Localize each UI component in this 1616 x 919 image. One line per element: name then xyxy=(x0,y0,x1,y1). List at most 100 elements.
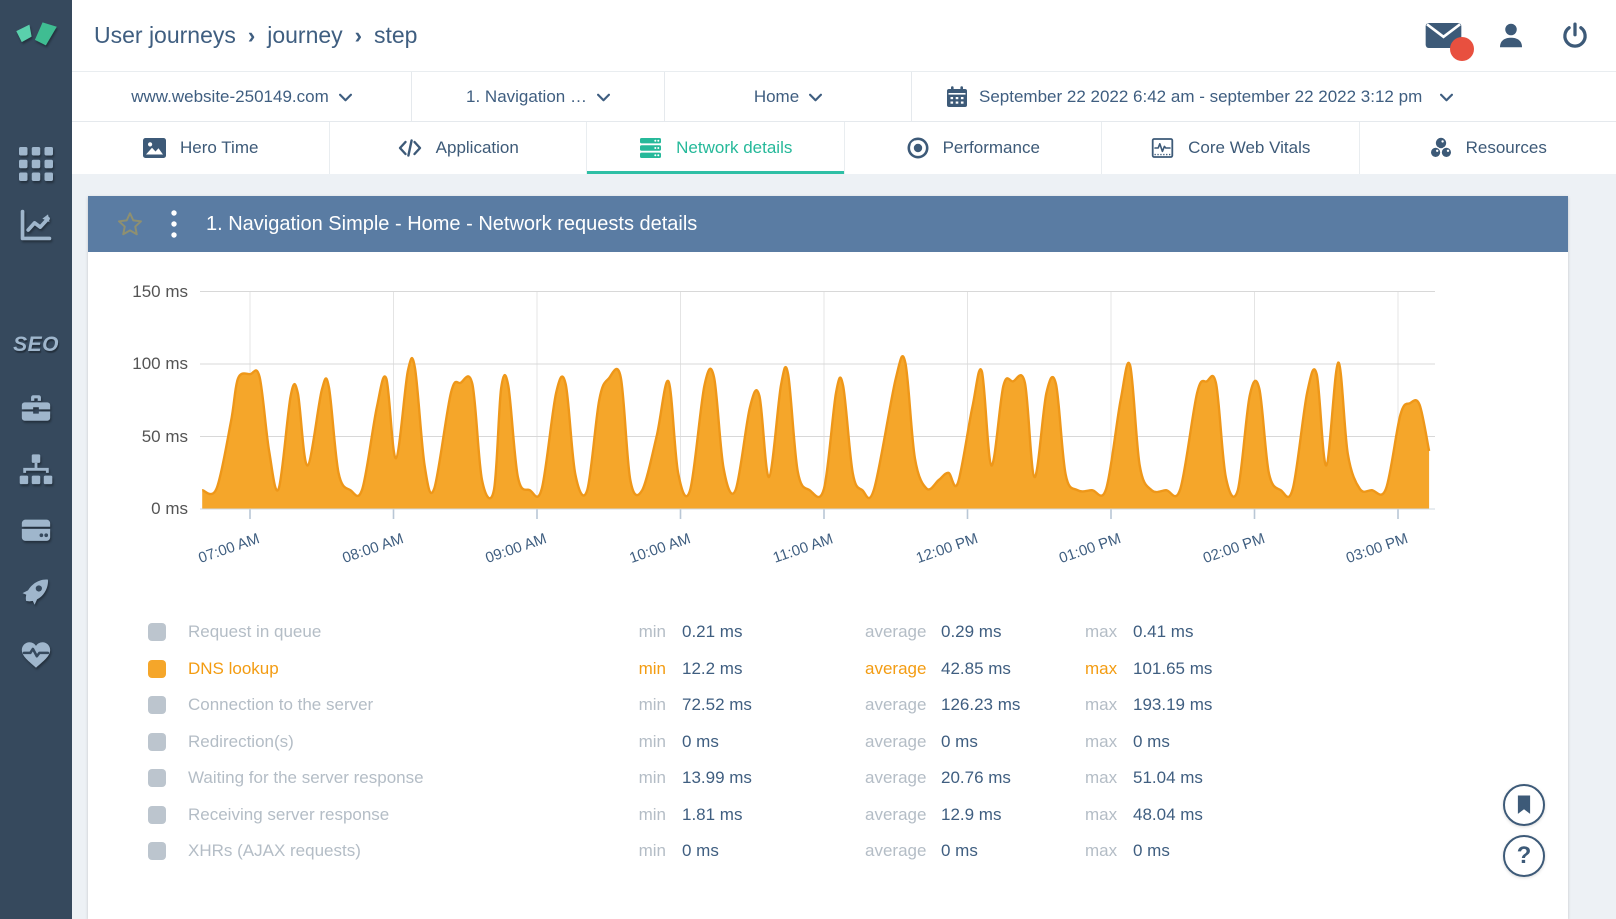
tab-resources[interactable]: Resources xyxy=(1360,122,1616,174)
step-dropdown-value: Home xyxy=(754,87,799,107)
filter-bar: www.website-250149.com 1. Navigation … H… xyxy=(72,72,1616,122)
series-label[interactable]: DNS lookup xyxy=(188,659,568,679)
network-details-card: 1. Navigation Simple - Home - Network re… xyxy=(88,196,1568,919)
min-key: min xyxy=(568,659,666,679)
max-value: 193.19 ms xyxy=(1133,695,1568,715)
question-icon: ? xyxy=(1517,842,1532,870)
tab-label: Hero Time xyxy=(180,138,258,158)
code-icon xyxy=(397,138,423,158)
series-label[interactable]: Request in queue xyxy=(188,622,568,642)
bookmark-button[interactable] xyxy=(1503,784,1545,826)
legend-row: DNS lookupmin 12.2 msaverage 42.85 msmax 10… xyxy=(88,651,1568,688)
legend-row: Receiving server responsemin1.81 msavera… xyxy=(88,797,1568,834)
kebab-menu-icon[interactable] xyxy=(170,209,178,239)
max-key: max xyxy=(1085,659,1117,679)
calendar-icon xyxy=(945,85,969,109)
min-key: min xyxy=(568,695,666,715)
account-icon[interactable] xyxy=(1496,21,1526,51)
legend-row: Request in queuemin0.21 msaverage0.29 ms… xyxy=(88,614,1568,651)
step-group-dropdown[interactable]: 1. Navigation … xyxy=(412,72,665,121)
average-value: 42.85 ms xyxy=(941,659,1085,679)
min-key: min xyxy=(568,841,666,861)
average-key: average xyxy=(865,768,925,788)
rocket-icon[interactable] xyxy=(19,574,53,613)
y-tick-label: 150 ms xyxy=(98,282,188,302)
average-key: average xyxy=(865,659,925,679)
series-toggle-swatch[interactable] xyxy=(148,660,166,678)
series-label[interactable]: Receiving server response xyxy=(188,805,568,825)
tab-label: Performance xyxy=(943,138,1040,158)
tab-network-details[interactable]: Network details xyxy=(587,122,845,174)
app-logo[interactable] xyxy=(13,22,59,53)
min-value: 12.2 ms xyxy=(682,659,865,679)
sidebar-item-seo[interactable]: SEO xyxy=(13,333,59,357)
max-value: 0 ms xyxy=(1133,732,1568,752)
tab-core-web-vitals[interactable]: Core Web Vitals xyxy=(1102,122,1360,174)
network-timing-chart: 150 ms100 ms50 ms0 ms 07:00 AM08:00 AM09… xyxy=(88,252,1568,612)
chevron-down-icon xyxy=(597,87,610,107)
series-label[interactable]: Connection to the server xyxy=(188,695,568,715)
grid-icon[interactable] xyxy=(19,147,53,186)
min-value: 0.21 ms xyxy=(682,622,865,642)
panel-title: 1. Navigation Simple - Home - Network re… xyxy=(206,213,697,236)
average-value: 0 ms xyxy=(941,732,1085,752)
bookmark-icon xyxy=(1515,795,1533,815)
y-tick-label: 50 ms xyxy=(98,427,188,447)
breadcrumb-separator: › xyxy=(248,23,255,49)
date-range-picker[interactable]: September 22 2022 6:42 am - september 22… xyxy=(912,72,1616,121)
tab-label: Core Web Vitals xyxy=(1188,138,1310,158)
series-label[interactable]: XHRs (AJAX requests) xyxy=(188,841,568,861)
min-key: min xyxy=(568,768,666,788)
max-key: max xyxy=(1085,805,1117,825)
heart-pulse-icon[interactable] xyxy=(19,638,53,677)
series-label[interactable]: Waiting for the server response xyxy=(188,768,568,788)
messages-icon[interactable] xyxy=(1425,22,1462,49)
max-value: 101.65 ms xyxy=(1133,659,1568,679)
max-value: 0.41 ms xyxy=(1133,622,1568,642)
series-toggle-swatch[interactable] xyxy=(148,696,166,714)
min-key: min xyxy=(568,732,666,752)
image-icon xyxy=(142,137,167,159)
min-key: min xyxy=(568,805,666,825)
website-dropdown-value: www.website-250149.com xyxy=(131,87,328,107)
chevron-down-icon xyxy=(1440,87,1453,107)
max-key: max xyxy=(1085,695,1117,715)
power-icon[interactable] xyxy=(1560,21,1590,51)
series-toggle-swatch[interactable] xyxy=(148,842,166,860)
help-button[interactable]: ? xyxy=(1503,835,1545,877)
chevron-down-icon xyxy=(339,87,352,107)
legend-row: Redirection(s)min0 msaverage0 msmax0 ms xyxy=(88,724,1568,761)
average-key: average xyxy=(865,695,925,715)
server-stack-icon xyxy=(638,137,663,159)
website-dropdown[interactable]: www.website-250149.com xyxy=(72,72,412,121)
tab-hero-time[interactable]: Hero Time xyxy=(72,122,330,174)
server-icon[interactable] xyxy=(19,514,53,553)
notification-badge xyxy=(1450,37,1474,61)
legend-row: XHRs (AJAX requests)min0 msaverage0 msma… xyxy=(88,833,1568,870)
min-key: min xyxy=(568,622,666,642)
min-value: 72.52 ms xyxy=(682,695,865,715)
sitemap-icon[interactable] xyxy=(19,453,53,492)
average-value: 0.29 ms xyxy=(941,622,1085,642)
step-dropdown[interactable]: Home xyxy=(665,72,912,121)
vitals-icon xyxy=(1150,136,1175,160)
y-tick-label: 100 ms xyxy=(98,354,188,374)
favorite-star-icon[interactable] xyxy=(116,210,144,238)
average-key: average xyxy=(865,841,925,861)
chart-line-icon[interactable] xyxy=(19,208,53,247)
series-toggle-swatch[interactable] xyxy=(148,769,166,787)
max-key: max xyxy=(1085,841,1117,861)
tab-application[interactable]: Application xyxy=(330,122,588,174)
breadcrumb-user-journeys[interactable]: User journeys xyxy=(94,22,236,49)
chart-legend: Request in queuemin0.21 msaverage0.29 ms… xyxy=(88,614,1568,870)
series-label[interactable]: Redirection(s) xyxy=(188,732,568,752)
max-key: max xyxy=(1085,768,1117,788)
briefcase-icon[interactable] xyxy=(19,391,53,430)
series-toggle-swatch[interactable] xyxy=(148,806,166,824)
breadcrumb-step[interactable]: step xyxy=(374,22,417,49)
series-toggle-swatch[interactable] xyxy=(148,623,166,641)
y-tick-label: 0 ms xyxy=(98,499,188,519)
tab-performance[interactable]: Performance xyxy=(845,122,1103,174)
series-toggle-swatch[interactable] xyxy=(148,733,166,751)
breadcrumb-journey[interactable]: journey xyxy=(267,22,342,49)
